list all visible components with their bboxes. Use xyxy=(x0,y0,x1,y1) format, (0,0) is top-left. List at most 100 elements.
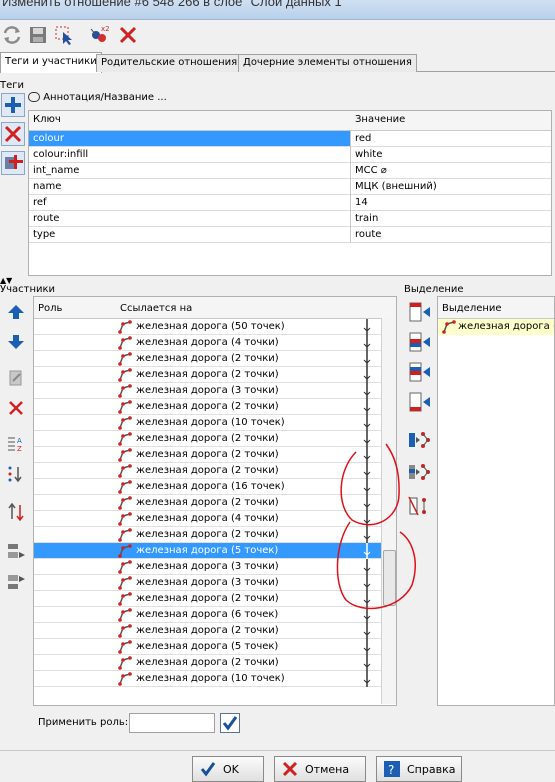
tag-value[interactable]: МЦК (внешний) xyxy=(355,181,437,192)
member-row[interactable]: железная дорога (16 точек) xyxy=(34,479,396,495)
tag-value[interactable]: white xyxy=(355,149,382,160)
tab-parent-relations[interactable]: Родительские отношения xyxy=(96,54,243,72)
member-row[interactable]: железная дорога (6 точек) xyxy=(34,607,396,623)
member-row[interactable]: железная дорога (5 точек) xyxy=(34,639,396,655)
member-label: железная дорога (2 точки) xyxy=(136,433,279,444)
tab-child-elements[interactable]: Дочерние элементы отношения xyxy=(238,54,417,72)
tag-value[interactable]: 14 xyxy=(355,197,368,208)
svg-text:?: ? xyxy=(388,763,394,777)
add-selection-at-end-icon[interactable] xyxy=(407,390,431,414)
member-row[interactable]: железная дорога (2 точки) xyxy=(34,399,396,415)
member-row[interactable]: железная дорога (2 точки) xyxy=(34,447,396,463)
role-input[interactable] xyxy=(129,713,215,733)
way-icon xyxy=(118,432,132,446)
tag-key[interactable]: type xyxy=(33,229,55,240)
member-row[interactable]: железная дорога (2 точки) xyxy=(34,463,396,479)
member-row[interactable]: железная дорога (2 точки) xyxy=(34,495,396,511)
way-icon xyxy=(118,640,132,654)
tag-row[interactable]: name МЦК (внешний) xyxy=(29,179,551,195)
duplicate-relation-icon[interactable]: x2 xyxy=(86,23,110,47)
way-icon xyxy=(118,608,132,622)
remove-selected-icon[interactable] xyxy=(407,494,431,518)
member-row[interactable]: железная дорога (2 точки) xyxy=(34,527,396,543)
member-row[interactable]: железная дорога (2 точки) xyxy=(34,431,396,447)
tag-key[interactable]: int_name xyxy=(33,165,79,176)
select-members-icon[interactable] xyxy=(407,428,431,452)
member-row[interactable]: железная дорога (5 точек) xyxy=(34,543,396,559)
member-row[interactable]: железная дорога (3 точки) xyxy=(34,383,396,399)
save-icon[interactable] xyxy=(26,23,50,47)
member-row[interactable]: железная дорога (2 точки) xyxy=(34,623,396,639)
way-icon xyxy=(118,560,132,574)
tag-row[interactable]: colour:infill white xyxy=(29,147,551,163)
scrollbar-thumb[interactable] xyxy=(383,550,396,606)
tag-key[interactable]: ref xyxy=(33,197,47,208)
add-before-icon[interactable] xyxy=(4,540,28,564)
svg-text:A: A xyxy=(17,437,22,445)
ok-button[interactable]: OK xyxy=(192,756,264,782)
member-row[interactable]: железная дорога (4 точки) xyxy=(34,511,396,527)
title-bar[interactable]: Изменить отношение #6 548 266 в слое "Сл… xyxy=(0,0,555,20)
tag-key[interactable]: name xyxy=(33,181,61,192)
member-label: железная дорога (5 точек) xyxy=(136,545,279,556)
tag-key[interactable]: colour xyxy=(33,133,64,144)
member-row[interactable]: железная дорога (4 точки) xyxy=(34,335,396,351)
tag-key[interactable]: route xyxy=(33,213,59,224)
member-row[interactable]: железная дорога (2 точки) xyxy=(34,367,396,383)
refresh-icon[interactable] xyxy=(0,23,24,47)
member-row[interactable]: железная дорога (10 точек) xyxy=(34,671,396,687)
way-icon xyxy=(118,528,132,542)
tab-tags-members[interactable]: Теги и участники xyxy=(0,52,102,73)
add-preset-tag-button[interactable] xyxy=(1,151,25,175)
member-row[interactable]: железная дорога (50 точек) xyxy=(34,319,396,335)
delete-relation-icon[interactable] xyxy=(116,23,140,47)
add-selection-after-icon[interactable] xyxy=(407,360,431,384)
select-in-relation-icon[interactable] xyxy=(407,460,431,484)
move-down-icon[interactable] xyxy=(4,330,28,354)
member-row[interactable]: железная дорога (2 точки) xyxy=(34,591,396,607)
tag-value[interactable]: MCC ⌀ xyxy=(355,165,387,176)
members-scrollbar[interactable] xyxy=(381,318,396,704)
selection-list-header[interactable]: Выделение xyxy=(438,297,554,319)
add-selection-before-icon[interactable] xyxy=(407,330,431,354)
add-tag-button[interactable] xyxy=(1,93,25,117)
col-key-header[interactable]: Ключ xyxy=(33,114,61,125)
reverse-order-icon[interactable] xyxy=(4,500,28,524)
tag-row[interactable]: colour red xyxy=(29,131,551,147)
remove-member-icon[interactable] xyxy=(4,396,28,420)
checkmark-icon xyxy=(200,762,216,777)
member-row[interactable]: железная дорога (2 точки) xyxy=(34,351,396,367)
tag-row[interactable]: int_name MCC ⌀ xyxy=(29,163,551,179)
col-refers-header[interactable]: Ссылается на xyxy=(120,303,192,314)
tag-row[interactable]: ref 14 xyxy=(29,195,551,211)
delete-tag-button[interactable] xyxy=(1,122,25,146)
add-after-icon[interactable] xyxy=(4,570,28,594)
connection-icon xyxy=(363,335,371,351)
member-row[interactable]: железная дорога (10 точек) xyxy=(34,415,396,431)
apply-role-button[interactable] xyxy=(220,713,240,733)
speech-bubble-icon xyxy=(28,92,40,102)
annotation-link[interactable]: Аннотация/Название ... xyxy=(28,92,167,103)
member-label: железная дорога (50 точек) xyxy=(136,321,285,332)
member-row[interactable]: железная дорога (2 точки) xyxy=(34,655,396,671)
select-member-icon[interactable] xyxy=(52,23,76,47)
add-selection-at-start-icon[interactable] xyxy=(407,300,431,324)
col-value-header[interactable]: Значение xyxy=(355,114,405,125)
member-row[interactable]: железная дорога (3 точки) xyxy=(34,575,396,591)
move-up-icon[interactable] xyxy=(4,300,28,324)
tag-row[interactable]: type route xyxy=(29,227,551,243)
connection-icon xyxy=(363,495,371,511)
selection-item[interactable]: железная дорога (5 xyxy=(438,319,554,335)
tag-value[interactable]: route xyxy=(355,229,381,240)
col-role-header[interactable]: Роль xyxy=(38,303,62,314)
member-row[interactable]: железная дорога (3 точки) xyxy=(34,559,396,575)
sort-icon[interactable]: AZ xyxy=(4,432,28,456)
tag-key[interactable]: colour:infill xyxy=(33,149,88,160)
cancel-button[interactable]: Отмена xyxy=(274,756,366,782)
tag-value[interactable]: train xyxy=(355,213,378,224)
tag-value[interactable]: red xyxy=(351,131,551,146)
sort-by-connection-icon[interactable] xyxy=(4,462,28,486)
help-button[interactable]: ? Справка xyxy=(376,756,462,782)
edit-member-icon[interactable] xyxy=(4,366,28,390)
tag-row[interactable]: route train xyxy=(29,211,551,227)
